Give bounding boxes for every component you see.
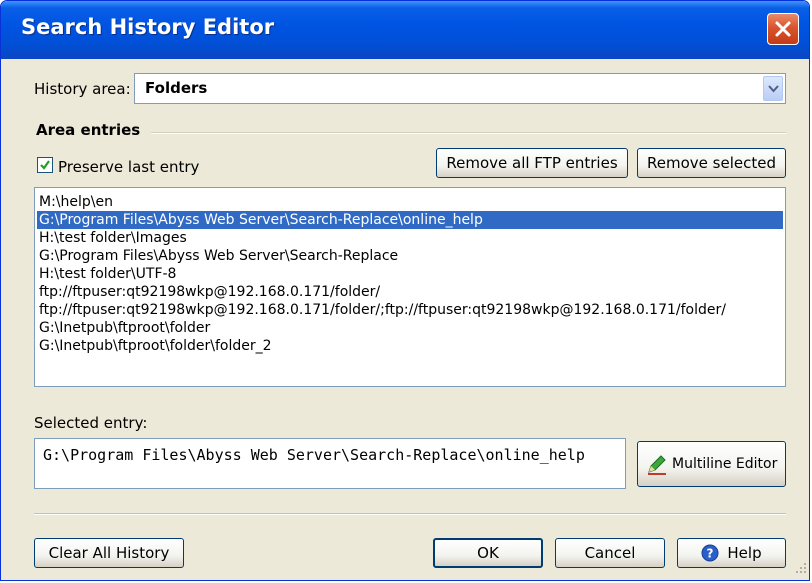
window-title: Search History Editor [21,15,275,39]
help-icon: ? [701,544,719,562]
list-item[interactable]: H:\test folder\UTF-8 [37,265,783,283]
list-item-selected[interactable]: G:\Program Files\Abyss Web Server\Search… [37,211,783,229]
search-history-editor-dialog: Search History Editor History area: Fold… [0,0,810,581]
list-item[interactable]: H:\test folder\Images [37,229,783,247]
history-area-value: Folders [145,79,208,97]
history-area-label: History area: [34,80,131,98]
preserve-last-entry-label[interactable]: Preserve last entry [58,158,199,176]
history-entries-list[interactable]: M:\help\en G:\Program Files\Abyss Web Se… [34,187,786,387]
clear-all-history-button[interactable]: Clear All History [34,538,184,568]
remove-selected-button[interactable]: Remove selected [637,148,786,178]
area-entries-title: Area entries [36,121,141,139]
help-label: Help [727,544,762,562]
pencil-icon [646,453,668,475]
list-item[interactable]: M:\help\en [37,193,783,211]
title-bar[interactable]: Search History Editor [1,1,809,59]
list-item[interactable]: G:\Program Files\Abyss Web Server\Search… [37,247,783,265]
preserve-last-entry-checkbox[interactable] [37,157,53,173]
list-item[interactable]: G:\Inetpub\ftproot\folder\folder_2 [37,337,783,355]
history-area-dropdown-button[interactable] [763,76,783,101]
selected-entry-label: Selected entry: [34,414,148,432]
selected-entry-value: G:\Program Files\Abyss Web Server\Search… [43,446,585,464]
history-area-select[interactable]: Folders [134,73,786,104]
ok-button[interactable]: OK [433,538,543,568]
help-button[interactable]: ? Help [677,538,786,568]
list-item[interactable]: G:\Inetpub\ftproot\folder [37,319,783,337]
cancel-button[interactable]: Cancel [555,538,665,568]
selected-entry-field[interactable]: G:\Program Files\Abyss Web Server\Search… [34,438,626,489]
list-item[interactable]: ftp://ftpuser:qt92198wkp@192.168.0.171/f… [37,301,783,319]
remove-all-ftp-entries-button[interactable]: Remove all FTP entries [436,148,628,178]
multiline-editor-label: Multiline Editor [672,456,778,472]
multiline-editor-button[interactable]: Multiline Editor [637,441,786,487]
list-item[interactable]: ftp://ftpuser:qt92198wkp@192.168.0.171/f… [37,283,783,301]
svg-text:?: ? [707,547,714,561]
group-divider [151,132,786,134]
resize-grip[interactable] [795,559,807,578]
footer-divider [34,513,786,515]
close-button[interactable] [767,13,799,45]
